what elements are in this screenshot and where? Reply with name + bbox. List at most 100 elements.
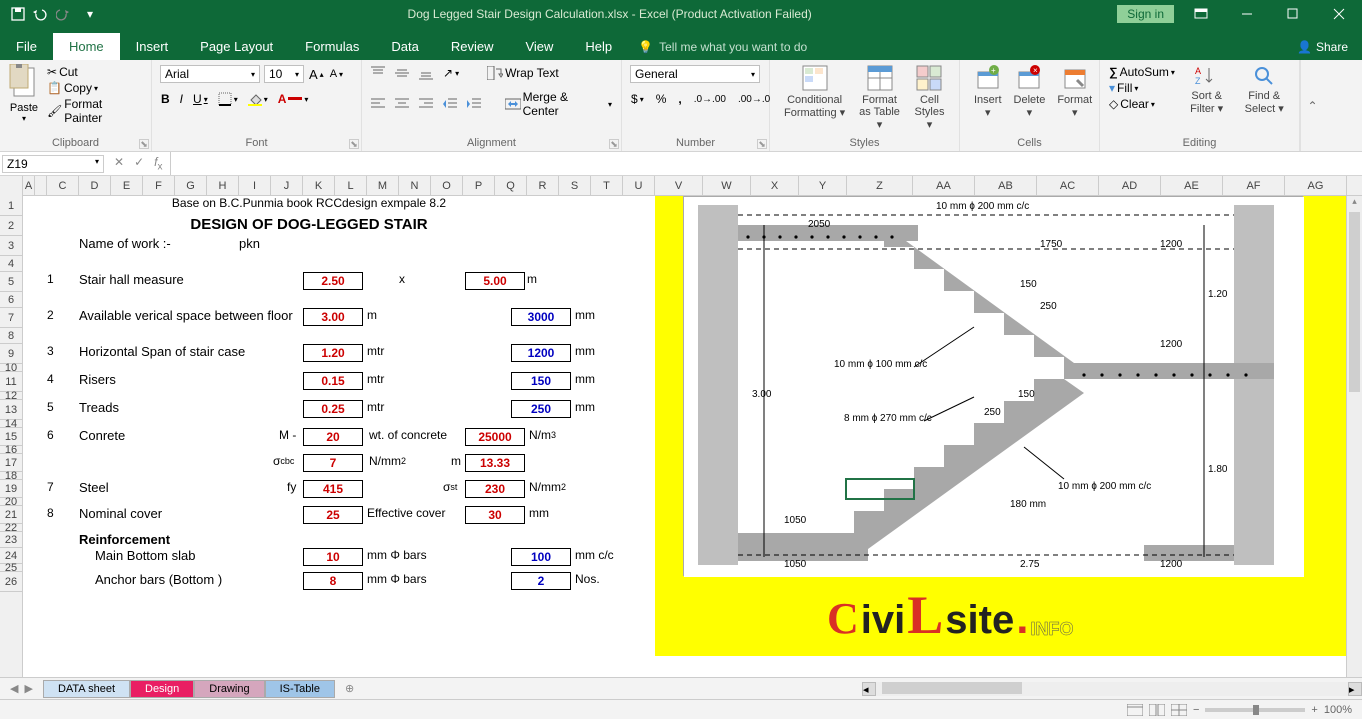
row-header[interactable]: 9 [0,344,22,364]
sort-filter-button[interactable]: AZSort & Filter ▾ [1182,64,1231,115]
align-right-icon[interactable] [418,96,434,112]
row-header[interactable]: 10 [0,364,22,372]
alignment-launcher[interactable]: ⬊ [609,139,619,149]
tab-page-layout[interactable]: Page Layout [184,33,289,60]
redo-icon[interactable] [54,2,78,26]
input-box[interactable]: 100 [511,548,571,566]
align-top-icon[interactable] [370,65,386,81]
align-center-icon[interactable] [394,96,410,112]
font-family-select[interactable]: Arial▾ [160,65,260,83]
row-header[interactable]: 14 [0,420,22,428]
italic-button[interactable]: I [179,91,184,107]
decrease-font-icon[interactable]: A▾ [329,67,344,81]
border-button[interactable]: ▾ [217,91,239,107]
row-header[interactable]: 13 [0,400,22,420]
view-page-break-icon[interactable] [1171,704,1187,716]
merge-center-button[interactable]: Merge & Center ▾ [504,89,613,119]
input-box[interactable]: 5.00 [465,272,525,290]
input-box[interactable]: 0.25 [303,400,363,418]
share-button[interactable]: 👤 Share [1283,34,1362,60]
comma-format-icon[interactable]: , [677,91,682,107]
sheet[interactable]: Base on B.C.Punmia book RCCdesign exmpal… [23,196,1362,677]
col-header[interactable]: W [703,176,751,196]
tab-help[interactable]: Help [569,33,628,60]
col-header[interactable]: D [79,176,111,196]
col-header[interactable]: I [239,176,271,196]
input-box[interactable]: 3000 [511,308,571,326]
format-as-table-button[interactable]: Format as Table ▾ [851,64,908,131]
decrease-decimal-icon[interactable]: .00→.0 [737,93,771,106]
row-header[interactable]: 20 [0,498,22,506]
col-header[interactable]: AG [1285,176,1347,196]
insert-cells-button[interactable]: +Insert▾ [968,64,1008,119]
col-header[interactable]: O [431,176,463,196]
col-header[interactable]: M [367,176,399,196]
col-header[interactable]: X [751,176,799,196]
tab-file[interactable]: File [0,33,53,60]
row-header[interactable]: 16 [0,446,22,454]
zoom-out-icon[interactable]: − [1193,704,1199,716]
wrap-text-button[interactable]: Wrap Text [486,65,560,81]
col-header[interactable]: T [591,176,623,196]
input-box[interactable]: 13.33 [465,454,525,472]
col-header[interactable]: Z [847,176,913,196]
input-box[interactable]: 2.50 [303,272,363,290]
input-box[interactable]: 250 [511,400,571,418]
col-header[interactable]: V [655,176,703,196]
zoom-level[interactable]: 100% [1324,704,1352,716]
tab-scroll-right-icon[interactable]: ▶ [24,682,32,695]
col-header[interactable]: C [47,176,79,196]
cut-button[interactable]: ✂Cut [46,64,143,80]
col-header[interactable]: AD [1099,176,1161,196]
new-sheet-icon[interactable]: ⊕ [335,682,364,695]
row-header[interactable]: 25 [0,564,22,572]
clipboard-launcher[interactable]: ⬊ [139,139,149,149]
clear-button[interactable]: ◇ Clear ▾ [1108,96,1176,112]
tab-view[interactable]: View [509,33,569,60]
zoom-in-icon[interactable]: + [1311,704,1317,716]
cell-styles-button[interactable]: Cell Styles ▾ [908,64,951,131]
tab-formulas[interactable]: Formulas [289,33,375,60]
row-header[interactable]: 12 [0,392,22,400]
bold-button[interactable]: B [160,91,171,107]
find-select-button[interactable]: Find & Select ▾ [1237,64,1291,115]
input-box[interactable]: 20 [303,428,363,446]
fx-icon[interactable]: fx [154,155,162,172]
col-header[interactable] [35,176,47,196]
row-header[interactable]: 5 [0,272,22,292]
sheet-tab-data[interactable]: DATA sheet [43,680,130,698]
undo-icon[interactable] [30,2,54,26]
maximize-icon[interactable] [1270,0,1316,28]
row-header[interactable]: 26 [0,572,22,592]
col-header[interactable]: AC [1037,176,1099,196]
input-box[interactable]: 230 [465,480,525,498]
input-box[interactable]: 25 [303,506,363,524]
row-header[interactable]: 1 [0,196,22,216]
collapse-ribbon-icon[interactable]: ⌃ [1300,60,1324,151]
tell-me[interactable]: 💡 Tell me what you want to do [628,34,817,60]
input-box[interactable]: 1200 [511,344,571,362]
input-box[interactable]: 3.00 [303,308,363,326]
tab-home[interactable]: Home [53,33,120,60]
input-box[interactable]: 30 [465,506,525,524]
select-all-triangle[interactable] [0,176,23,196]
tab-review[interactable]: Review [435,33,510,60]
view-page-layout-icon[interactable] [1149,704,1165,716]
font-size-select[interactable]: 10▾ [264,65,304,83]
col-header[interactable]: L [335,176,367,196]
input-box[interactable]: 10 [303,548,363,566]
font-launcher[interactable]: ⬊ [349,139,359,149]
underline-button[interactable]: U▾ [192,91,209,107]
col-header[interactable]: S [559,176,591,196]
horizontal-scrollbar[interactable]: ◂▸ [862,682,1362,696]
align-left-icon[interactable] [370,96,386,112]
increase-decimal-icon[interactable]: .0→.00 [693,93,727,106]
col-header[interactable]: H [207,176,239,196]
paste-button[interactable]: Paste ▾ [8,64,40,126]
align-middle-icon[interactable] [394,65,410,81]
minimize-icon[interactable] [1224,0,1270,28]
col-header[interactable]: G [175,176,207,196]
input-box[interactable]: 2 [511,572,571,590]
decrease-indent-icon[interactable] [442,96,458,112]
col-header[interactable]: AA [913,176,975,196]
